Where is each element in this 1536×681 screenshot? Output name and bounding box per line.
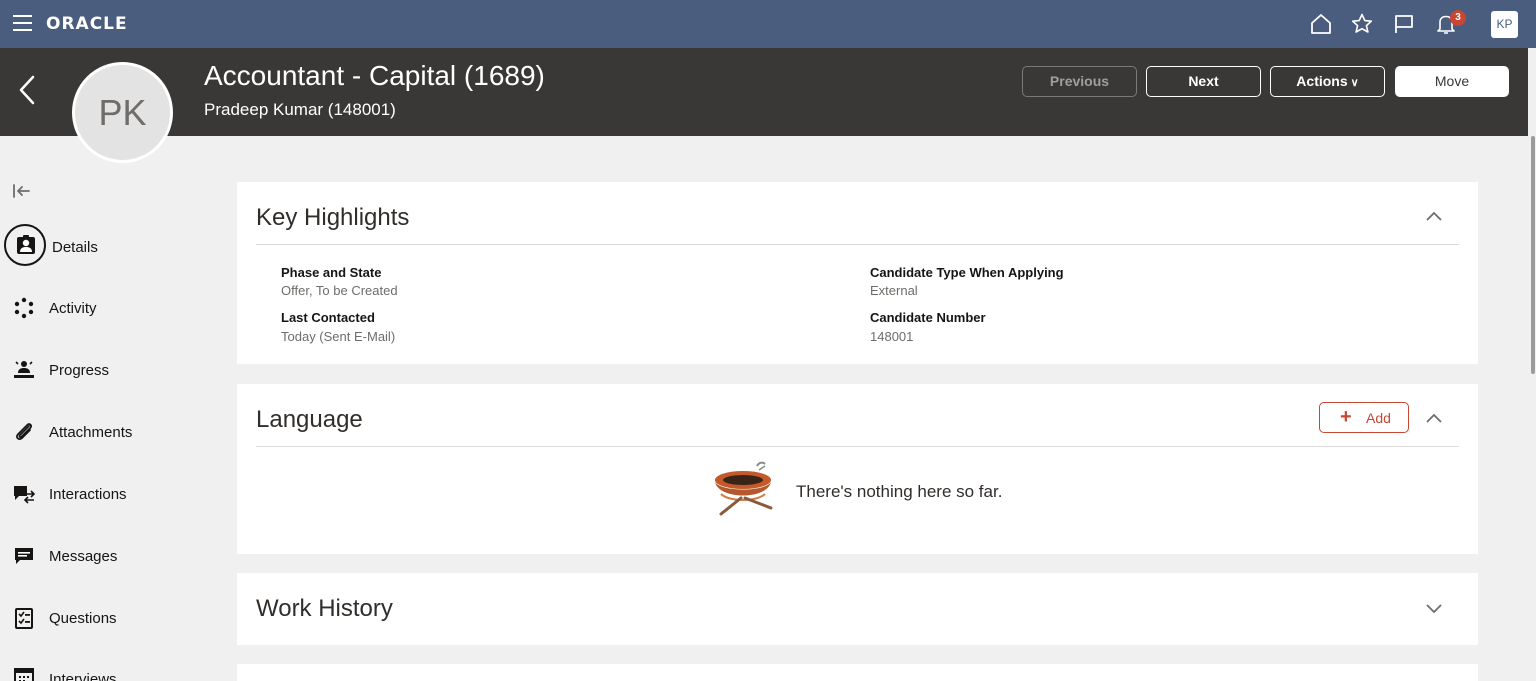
collapse-sidebar-icon[interactable] xyxy=(12,182,32,200)
phase-state-label: Phase and State xyxy=(281,265,382,280)
hamburger-menu-icon[interactable] xyxy=(13,15,32,31)
chevron-down-icon[interactable] xyxy=(1425,601,1443,614)
actions-label: Actions xyxy=(1296,73,1348,89)
divider xyxy=(256,446,1459,447)
questions-icon xyxy=(12,606,36,630)
sidebar-item-label: Progress xyxy=(49,362,110,379)
message-icon xyxy=(12,544,36,568)
candidate-type-value: External xyxy=(870,283,918,298)
language-card: Language + Add There's nothing here so f… xyxy=(237,384,1478,554)
sidebar-item-label: Details xyxy=(52,239,98,256)
sidebar-item-activity[interactable]: Activity xyxy=(0,288,200,328)
sidebar-item-label: Messages xyxy=(49,548,118,565)
add-language-button[interactable]: + Add xyxy=(1319,402,1409,433)
person-icon xyxy=(14,233,38,257)
move-button[interactable]: Move xyxy=(1395,66,1509,97)
sidebar-item-label: Activity xyxy=(49,300,97,317)
empty-nest-icon xyxy=(711,460,775,520)
top-bar: ORACLE 3 KP xyxy=(0,0,1536,48)
candidate-avatar: PK xyxy=(72,62,173,163)
sidebar-item-details[interactable]: Details xyxy=(0,224,200,266)
sidebar-item-messages[interactable]: Messages xyxy=(0,536,200,576)
phase-state-value: Offer, To be Created xyxy=(281,283,398,298)
chevron-up-icon[interactable] xyxy=(1425,209,1443,221)
paperclip-icon xyxy=(12,420,36,444)
chevron-up-icon[interactable] xyxy=(1425,411,1443,423)
sidebar-item-progress[interactable]: Progress xyxy=(0,350,200,390)
candidate-number-label: Candidate Number xyxy=(870,310,986,325)
scrollbar-thumb[interactable] xyxy=(1531,136,1535,374)
back-chevron-icon[interactable] xyxy=(14,73,40,107)
key-highlights-card: Key Highlights Phase and State Offer, To… xyxy=(237,182,1478,364)
sidebar-item-interviews[interactable]: Interviews xyxy=(0,657,200,681)
work-history-card: Work History xyxy=(237,573,1478,645)
sidebar-item-questions[interactable]: Questions xyxy=(0,598,200,638)
language-title: Language xyxy=(256,406,363,433)
sidebar-item-interactions[interactable]: Interactions xyxy=(0,474,200,514)
work-history-title: Work History xyxy=(256,595,393,622)
candidate-number-value: 148001 xyxy=(870,329,914,344)
sidebar-item-label: Attachments xyxy=(49,424,133,441)
last-contacted-label: Last Contacted xyxy=(281,310,375,325)
oracle-logo[interactable]: ORACLE xyxy=(46,14,128,34)
calendar-icon xyxy=(12,665,36,681)
activity-icon xyxy=(12,296,36,320)
flag-icon[interactable] xyxy=(1392,12,1416,36)
divider xyxy=(256,244,1459,245)
next-section-card xyxy=(237,664,1478,681)
chevron-down-icon: ∨ xyxy=(1350,77,1359,89)
sidebar-item-attachments[interactable]: Attachments xyxy=(0,412,200,452)
page-title: Accountant - Capital (1689) xyxy=(204,60,545,91)
star-icon[interactable] xyxy=(1350,12,1374,36)
sidebar-item-label: Interactions xyxy=(49,486,127,503)
previous-button[interactable]: Previous xyxy=(1022,66,1137,97)
user-avatar[interactable]: KP xyxy=(1491,11,1518,38)
candidate-type-label: Candidate Type When Applying xyxy=(870,265,1064,280)
plus-icon: + xyxy=(1340,406,1352,428)
next-button[interactable]: Next xyxy=(1146,66,1261,97)
notification-badge: 3 xyxy=(1450,10,1466,26)
interactions-icon xyxy=(12,482,36,506)
sidebar-item-label: Interviews xyxy=(49,671,117,681)
last-contacted-value: Today (Sent E-Mail) xyxy=(281,329,396,344)
sidebar-item-label: Questions xyxy=(49,610,117,627)
home-icon[interactable] xyxy=(1309,12,1333,36)
progress-icon xyxy=(12,358,36,382)
key-highlights-title: Key Highlights xyxy=(256,204,410,231)
add-label: Add xyxy=(1366,410,1391,426)
actions-button[interactable]: Actions ∨ xyxy=(1270,66,1385,97)
empty-state-message: There's nothing here so far. xyxy=(796,482,1003,501)
candidate-name: Pradeep Kumar (148001) xyxy=(204,100,396,119)
